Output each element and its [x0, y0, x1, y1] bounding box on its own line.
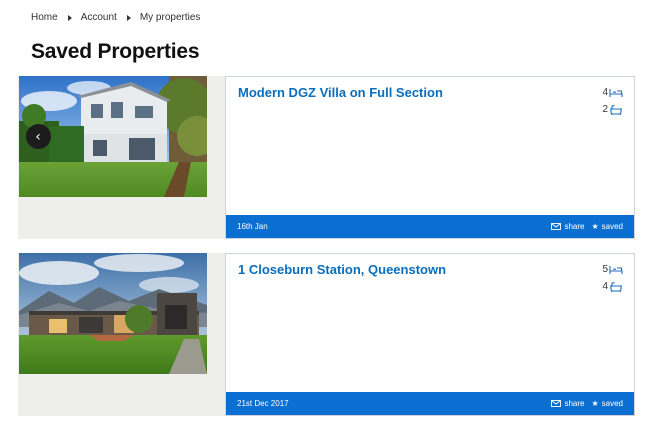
bath-icon	[610, 104, 622, 115]
saved-button[interactable]: ★ saved	[584, 399, 623, 408]
saved-button[interactable]: ★ saved	[584, 222, 623, 231]
bedrooms-count: 4	[602, 87, 623, 98]
property-info-panel: Modern DGZ Villa on Full Section 4 2 16t…	[225, 76, 635, 239]
property-title-link[interactable]: Modern DGZ Villa on Full Section	[238, 85, 443, 100]
property-photo[interactable]	[19, 253, 207, 374]
breadcrumb-account-link[interactable]: Account	[81, 12, 117, 23]
bedrooms-value: 4	[602, 87, 608, 98]
property-card: ‹ Modern DGZ Villa on Full Section 4 2 1…	[18, 76, 635, 239]
lodge-photo-image	[19, 253, 207, 374]
breadcrumb-separator-icon	[67, 14, 72, 21]
property-title-link[interactable]: 1 Closeburn Station, Queenstown	[238, 262, 446, 277]
saved-label: saved	[601, 399, 623, 408]
share-label: share	[564, 399, 585, 408]
property-photo[interactable]: ‹	[19, 76, 207, 197]
property-footer-bar: 21st Dec 2017 share ★ saved	[226, 392, 634, 415]
bedrooms-value: 5	[602, 264, 608, 275]
bed-icon	[609, 88, 623, 97]
property-footer-bar: 16th Jan share ★ saved	[226, 215, 634, 238]
breadcrumb-separator-icon	[126, 14, 131, 21]
star-icon: ★	[591, 399, 599, 408]
property-actions: share ★ saved	[551, 222, 623, 231]
bedrooms-count: 5	[602, 264, 623, 275]
star-icon: ★	[591, 222, 599, 231]
breadcrumb: Home Account My properties	[31, 12, 200, 23]
bathrooms-count: 2	[602, 104, 623, 115]
bath-icon	[610, 281, 622, 292]
share-button[interactable]: share	[551, 222, 584, 231]
mail-icon	[551, 223, 562, 230]
listing-date: 21st Dec 2017	[237, 399, 289, 408]
mail-icon	[551, 400, 562, 407]
property-actions: share ★ saved	[551, 399, 623, 408]
bathrooms-count: 4	[602, 281, 623, 292]
share-button[interactable]: share	[551, 399, 584, 408]
breadcrumb-home-link[interactable]: Home	[31, 12, 58, 23]
bed-icon	[609, 265, 623, 274]
property-info-panel: 1 Closeburn Station, Queenstown 5 4 21st…	[225, 253, 635, 416]
listing-date: 16th Jan	[237, 222, 268, 231]
page-title: Saved Properties	[31, 40, 200, 63]
bathrooms-value: 4	[602, 281, 608, 292]
breadcrumb-current: My properties	[139, 12, 201, 23]
property-card: 1 Closeburn Station, Queenstown 5 4 21st…	[18, 253, 635, 416]
chevron-left-icon: ‹	[35, 128, 41, 145]
saved-label: saved	[601, 222, 623, 231]
bathrooms-value: 2	[602, 104, 608, 115]
previous-photo-button[interactable]: ‹	[26, 124, 51, 149]
share-label: share	[564, 222, 585, 231]
